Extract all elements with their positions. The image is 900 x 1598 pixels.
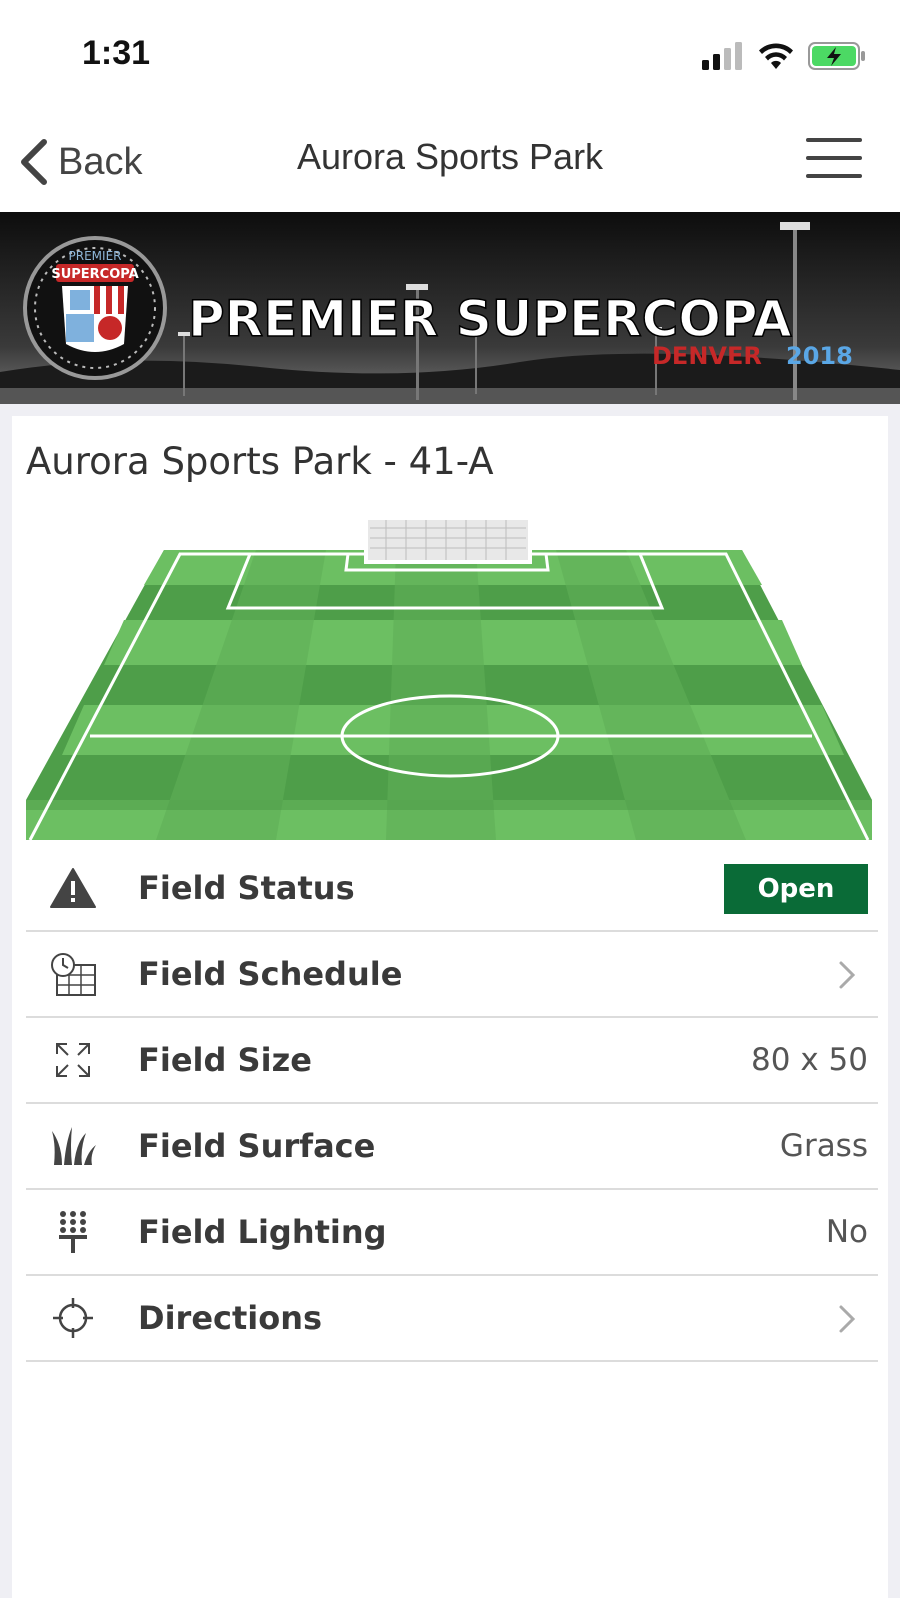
field-schedule-label: Field Schedule [138, 955, 403, 993]
cellular-signal-icon [702, 42, 742, 70]
field-surface-row: Field Surface Grass [26, 1104, 878, 1190]
field-size-value: 80 x 50 [751, 1042, 868, 1078]
chevron-right-icon [839, 1305, 856, 1333]
wifi-icon [759, 43, 793, 69]
field-surface-label: Field Surface [138, 1127, 376, 1165]
field-status-label: Field Status [138, 869, 355, 907]
calendar-clock-icon [42, 949, 104, 999]
field-surface-value: Grass [779, 1128, 868, 1164]
field-size-row: Field Size 80 x 50 [26, 1018, 878, 1104]
warning-icon [42, 863, 104, 913]
event-banner: PREMIER SUPERCOPA PREMIER SUPERCOPA DENV… [0, 212, 900, 404]
chevron-right-icon [839, 961, 856, 989]
banner-year: 2018 [786, 342, 853, 370]
field-size-label: Field Size [138, 1041, 312, 1079]
directions-label: Directions [138, 1299, 323, 1337]
field-lighting-value: No [825, 1214, 868, 1250]
banner-image: PREMIER SUPERCOPA PREMIER SUPERCOPA DENV… [0, 212, 900, 404]
status-bar: 1:31 [0, 0, 900, 112]
expand-arrows-icon [42, 1035, 104, 1085]
field-title: Aurora Sports Park - 41-A [26, 440, 494, 483]
banner-city: DENVER [652, 342, 762, 370]
field-lighting-row: Field Lighting No [26, 1190, 878, 1276]
status-time: 1:31 [82, 34, 151, 72]
field-details-card: Aurora Sports Park - 41-A Field Status O… [12, 416, 888, 1598]
stadium-light-icon [42, 1207, 104, 1257]
page-title: Aurora Sports Park [296, 136, 604, 177]
grass-icon [42, 1121, 104, 1171]
navigation-bar: Back Aurora Sports Park [0, 112, 900, 212]
status-badge: Open [724, 864, 868, 914]
status-icons [702, 38, 866, 74]
hamburger-menu-button[interactable] [806, 138, 862, 186]
directions-row[interactable]: Directions [26, 1276, 878, 1362]
field-status-row: Field Status Open [26, 846, 878, 932]
svg-text:SUPERCOPA: SUPERCOPA [51, 267, 138, 282]
supercopa-logo: PREMIER SUPERCOPA [23, 236, 167, 380]
battery-charging-icon [808, 42, 865, 70]
banner-headline: PREMIER SUPERCOPA [188, 290, 792, 348]
crosshair-icon [42, 1293, 104, 1343]
goal-net [364, 516, 532, 564]
field-info-list: Field Status Open Field Schedule Field S… [26, 846, 878, 1362]
soccer-field-illustration [26, 516, 872, 841]
field-lighting-label: Field Lighting [138, 1213, 387, 1251]
field-schedule-row[interactable]: Field Schedule [26, 932, 878, 1018]
svg-text:PREMIER: PREMIER [69, 249, 122, 263]
